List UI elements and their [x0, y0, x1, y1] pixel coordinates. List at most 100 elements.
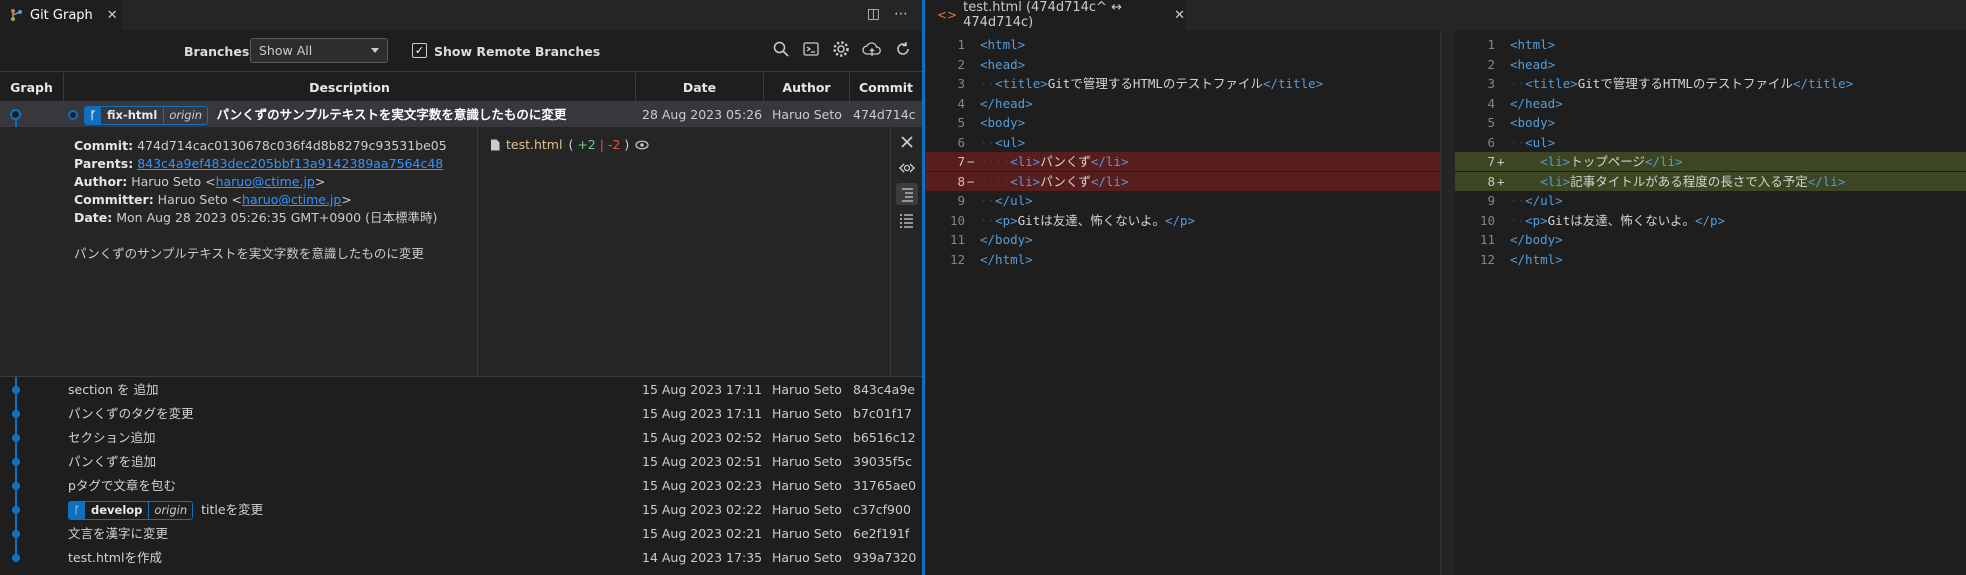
diff-original-pane[interactable]: 1 <html> 2 <head> 3 ··<title>Gitで管理するHTMLのテスト… — [925, 30, 1455, 575]
close-icon[interactable]: ✕ — [1174, 8, 1185, 23]
modified-code-line[interactable]: 12 </html> — [1455, 250, 1966, 269]
original-code-line[interactable]: 7− ····<li>パンくず</li> — [925, 152, 1455, 171]
modified-code-line[interactable]: 9 ··</ul> — [1455, 191, 1966, 210]
modified-code-line[interactable]: 11 </body> — [1455, 230, 1966, 249]
diff-modified-pane[interactable]: 1 <html> 2 <head> 3 ··<title>Gitで管理するHTMLのテスト… — [1455, 30, 1966, 575]
original-code-line[interactable]: 9 ··</ul> — [925, 191, 1455, 210]
modified-code-line[interactable]: 10 ··<p>Gitは友達、怖くないよ。</p> — [1455, 211, 1966, 230]
line-number: 6 — [957, 134, 965, 150]
original-code-line[interactable]: 6 ··<ul> — [925, 133, 1455, 152]
line-number: 3 — [1487, 76, 1495, 91]
code-text: ··</ul> — [980, 193, 1033, 208]
commit-row-selected[interactable]: ᚴ fix-html origin パンくずのサンプルテキストを実文字数を意識し… — [0, 102, 922, 127]
changed-file-name[interactable]: test.html — [506, 137, 562, 152]
details-parents: Parents: 843c4a9ef483dec205bbf13a9142389… — [74, 156, 444, 171]
close-icon[interactable]: ✕ — [107, 8, 118, 23]
cloud-icon[interactable] — [862, 40, 882, 58]
original-code-line[interactable]: 8− ····<li>パンくず</li> — [925, 171, 1455, 191]
column-commit[interactable]: Commit — [850, 73, 922, 102]
branches-dropdown[interactable]: Show All — [250, 38, 388, 63]
modified-code-line[interactable]: 7 + ····<li>トップページ</li> — [1455, 152, 1966, 171]
commit-row[interactable]: test.htmlを作成 14 Aug 2023 17:35 Haruo Set… — [0, 546, 922, 570]
line-number: 6 — [1487, 134, 1495, 150]
modified-code-line[interactable]: 3 ··<title>Gitで管理するHTMLのテストファイル</title> — [1455, 74, 1966, 93]
tab-test-html-diff[interactable]: <> test.html (474d714c^ ↔ 474d714c) ✕ — [925, 0, 1185, 30]
code-text: <head> — [1510, 56, 1556, 72]
changed-file-test-html[interactable]: test.html ( +2 | -2 ) — [490, 137, 649, 152]
original-code-line[interactable]: 3 ··<title>Gitで管理するHTMLのテストファイル</title> — [925, 74, 1455, 93]
details-tools-divider — [890, 127, 891, 377]
head-commit-marker — [68, 110, 78, 120]
details-date: Date: Mon Aug 28 2023 05:26:35 GMT+0900 … — [74, 210, 438, 225]
file-additions: +2 — [577, 137, 596, 152]
original-code-line[interactable]: 5 <body> — [925, 113, 1455, 132]
committer-email-link[interactable]: haruo@ctime.jp — [242, 192, 341, 207]
modified-code-line[interactable]: 6 ··<ul> — [1455, 133, 1966, 152]
column-description[interactable]: Description — [64, 73, 636, 102]
search-icon[interactable] — [772, 40, 790, 58]
commit-hash: 939a7320 — [853, 550, 917, 565]
modified-code-line[interactable]: 2 <head> — [1455, 55, 1966, 74]
line-number: 4 — [1487, 95, 1495, 111]
tree-view-icon[interactable] — [896, 183, 918, 205]
column-graph[interactable]: Graph — [0, 73, 64, 102]
code-text: <head> — [980, 56, 1026, 72]
branch-badge-fix-html[interactable]: ᚴ fix-html origin — [84, 106, 209, 125]
code-text: ····<li>パンくず</li> — [980, 173, 1129, 189]
original-code-line[interactable]: 10 ··<p>Gitは友達、怖くないよ。</p> — [925, 211, 1455, 230]
code-text: ····<li>記事タイトルがある程度の長さで入る予定</li> — [1510, 173, 1846, 189]
line-number: 4 — [957, 95, 965, 111]
git-graph-panel: Git Graph ✕ ◫ ⋯ Branches: Show All ✓ Sho… — [0, 0, 922, 575]
file-stat: ( +2 | -2 ) — [568, 137, 630, 152]
modified-code-line[interactable]: 4 </head> — [1455, 94, 1966, 113]
line-number: 5 — [1487, 115, 1495, 130]
column-date[interactable]: Date — [636, 73, 764, 102]
details-commit: Commit: 474d714cac0130678c036f4d8b8279c9… — [74, 138, 447, 153]
commit-hash: 31765ae0 — [853, 478, 917, 493]
tab-git-graph[interactable]: Git Graph ✕ — [0, 0, 122, 30]
commit-row[interactable]: セクション追加 15 Aug 2023 02:52 Haruo Seto b65… — [0, 426, 922, 450]
author-email-link[interactable]: haruo@ctime.jp — [216, 174, 315, 189]
commit-row[interactable]: pタグで文章を包む 15 Aug 2023 02:23 Haruo Seto 3… — [0, 474, 922, 498]
commit-author: Haruo Seto — [772, 526, 842, 541]
original-code-line[interactable]: 1 <html> — [925, 35, 1455, 54]
parent-commit-link[interactable]: 843c4a9ef483dec205bbf13a9142389aa7564c48 — [137, 156, 443, 171]
original-code-line[interactable]: 11 </body> — [925, 230, 1455, 249]
code-text: </html> — [1510, 251, 1563, 267]
split-editor-icon[interactable]: ◫ — [867, 6, 880, 22]
modified-code-line[interactable]: 5 <body> — [1455, 113, 1966, 132]
details-tools — [896, 131, 918, 231]
diff-pane-separator[interactable] — [1440, 30, 1455, 575]
code-text: </html> — [980, 251, 1033, 267]
graph-node — [12, 458, 20, 466]
original-code-line[interactable]: 4 </head> — [925, 94, 1455, 113]
gear-icon[interactable] — [832, 40, 850, 58]
close-icon[interactable] — [896, 131, 918, 153]
branch-badge-develop[interactable]: ᚴ develop origin — [68, 501, 194, 520]
commit-row[interactable]: パンくずのタグを変更 15 Aug 2023 17:11 Haruo Seto … — [0, 402, 922, 426]
commit-details-info: Commit: 474d714cac0130678c036f4d8b8279c9… — [74, 137, 447, 263]
show-remote-branches-checkbox[interactable]: ✓ — [412, 43, 427, 58]
refresh-icon[interactable] — [894, 40, 912, 58]
commit-row[interactable]: パンくずを追加 15 Aug 2023 02:51 Haruo Seto 390… — [0, 450, 922, 474]
list-view-icon[interactable] — [896, 209, 918, 231]
html-file-icon: <> — [937, 8, 958, 22]
line-number: 12 — [1479, 251, 1495, 267]
terminal-icon[interactable] — [802, 40, 820, 58]
compare-icon[interactable] — [896, 157, 918, 179]
commit-row[interactable]: ᚴ develop origin titleを変更 15 Aug 2023 02… — [0, 498, 922, 522]
commit-date: 15 Aug 2023 17:11 — [642, 382, 763, 397]
commit-author: Haruo Seto — [772, 382, 842, 397]
commit-row[interactable]: section を 追加 15 Aug 2023 17:11 Haruo Set… — [0, 378, 922, 402]
commit-author: Haruo Seto — [772, 406, 842, 421]
original-code-line[interactable]: 2 <head> — [925, 55, 1455, 74]
commit-row[interactable]: 文言を漢字に変更 15 Aug 2023 02:21 Haruo Seto 6e… — [0, 522, 922, 546]
modified-code-line[interactable]: 1 <html> — [1455, 35, 1966, 54]
commit-author: Haruo Seto — [772, 550, 842, 565]
column-author[interactable]: Author — [764, 73, 850, 102]
eye-icon[interactable] — [635, 140, 649, 150]
branch-icon: ᚴ — [69, 502, 85, 519]
original-code-line[interactable]: 12 </html> — [925, 250, 1455, 269]
modified-code-line[interactable]: 8 + ····<li>記事タイトルがある程度の長さで入る予定</li> — [1455, 171, 1966, 191]
more-actions-icon[interactable]: ⋯ — [894, 6, 908, 22]
